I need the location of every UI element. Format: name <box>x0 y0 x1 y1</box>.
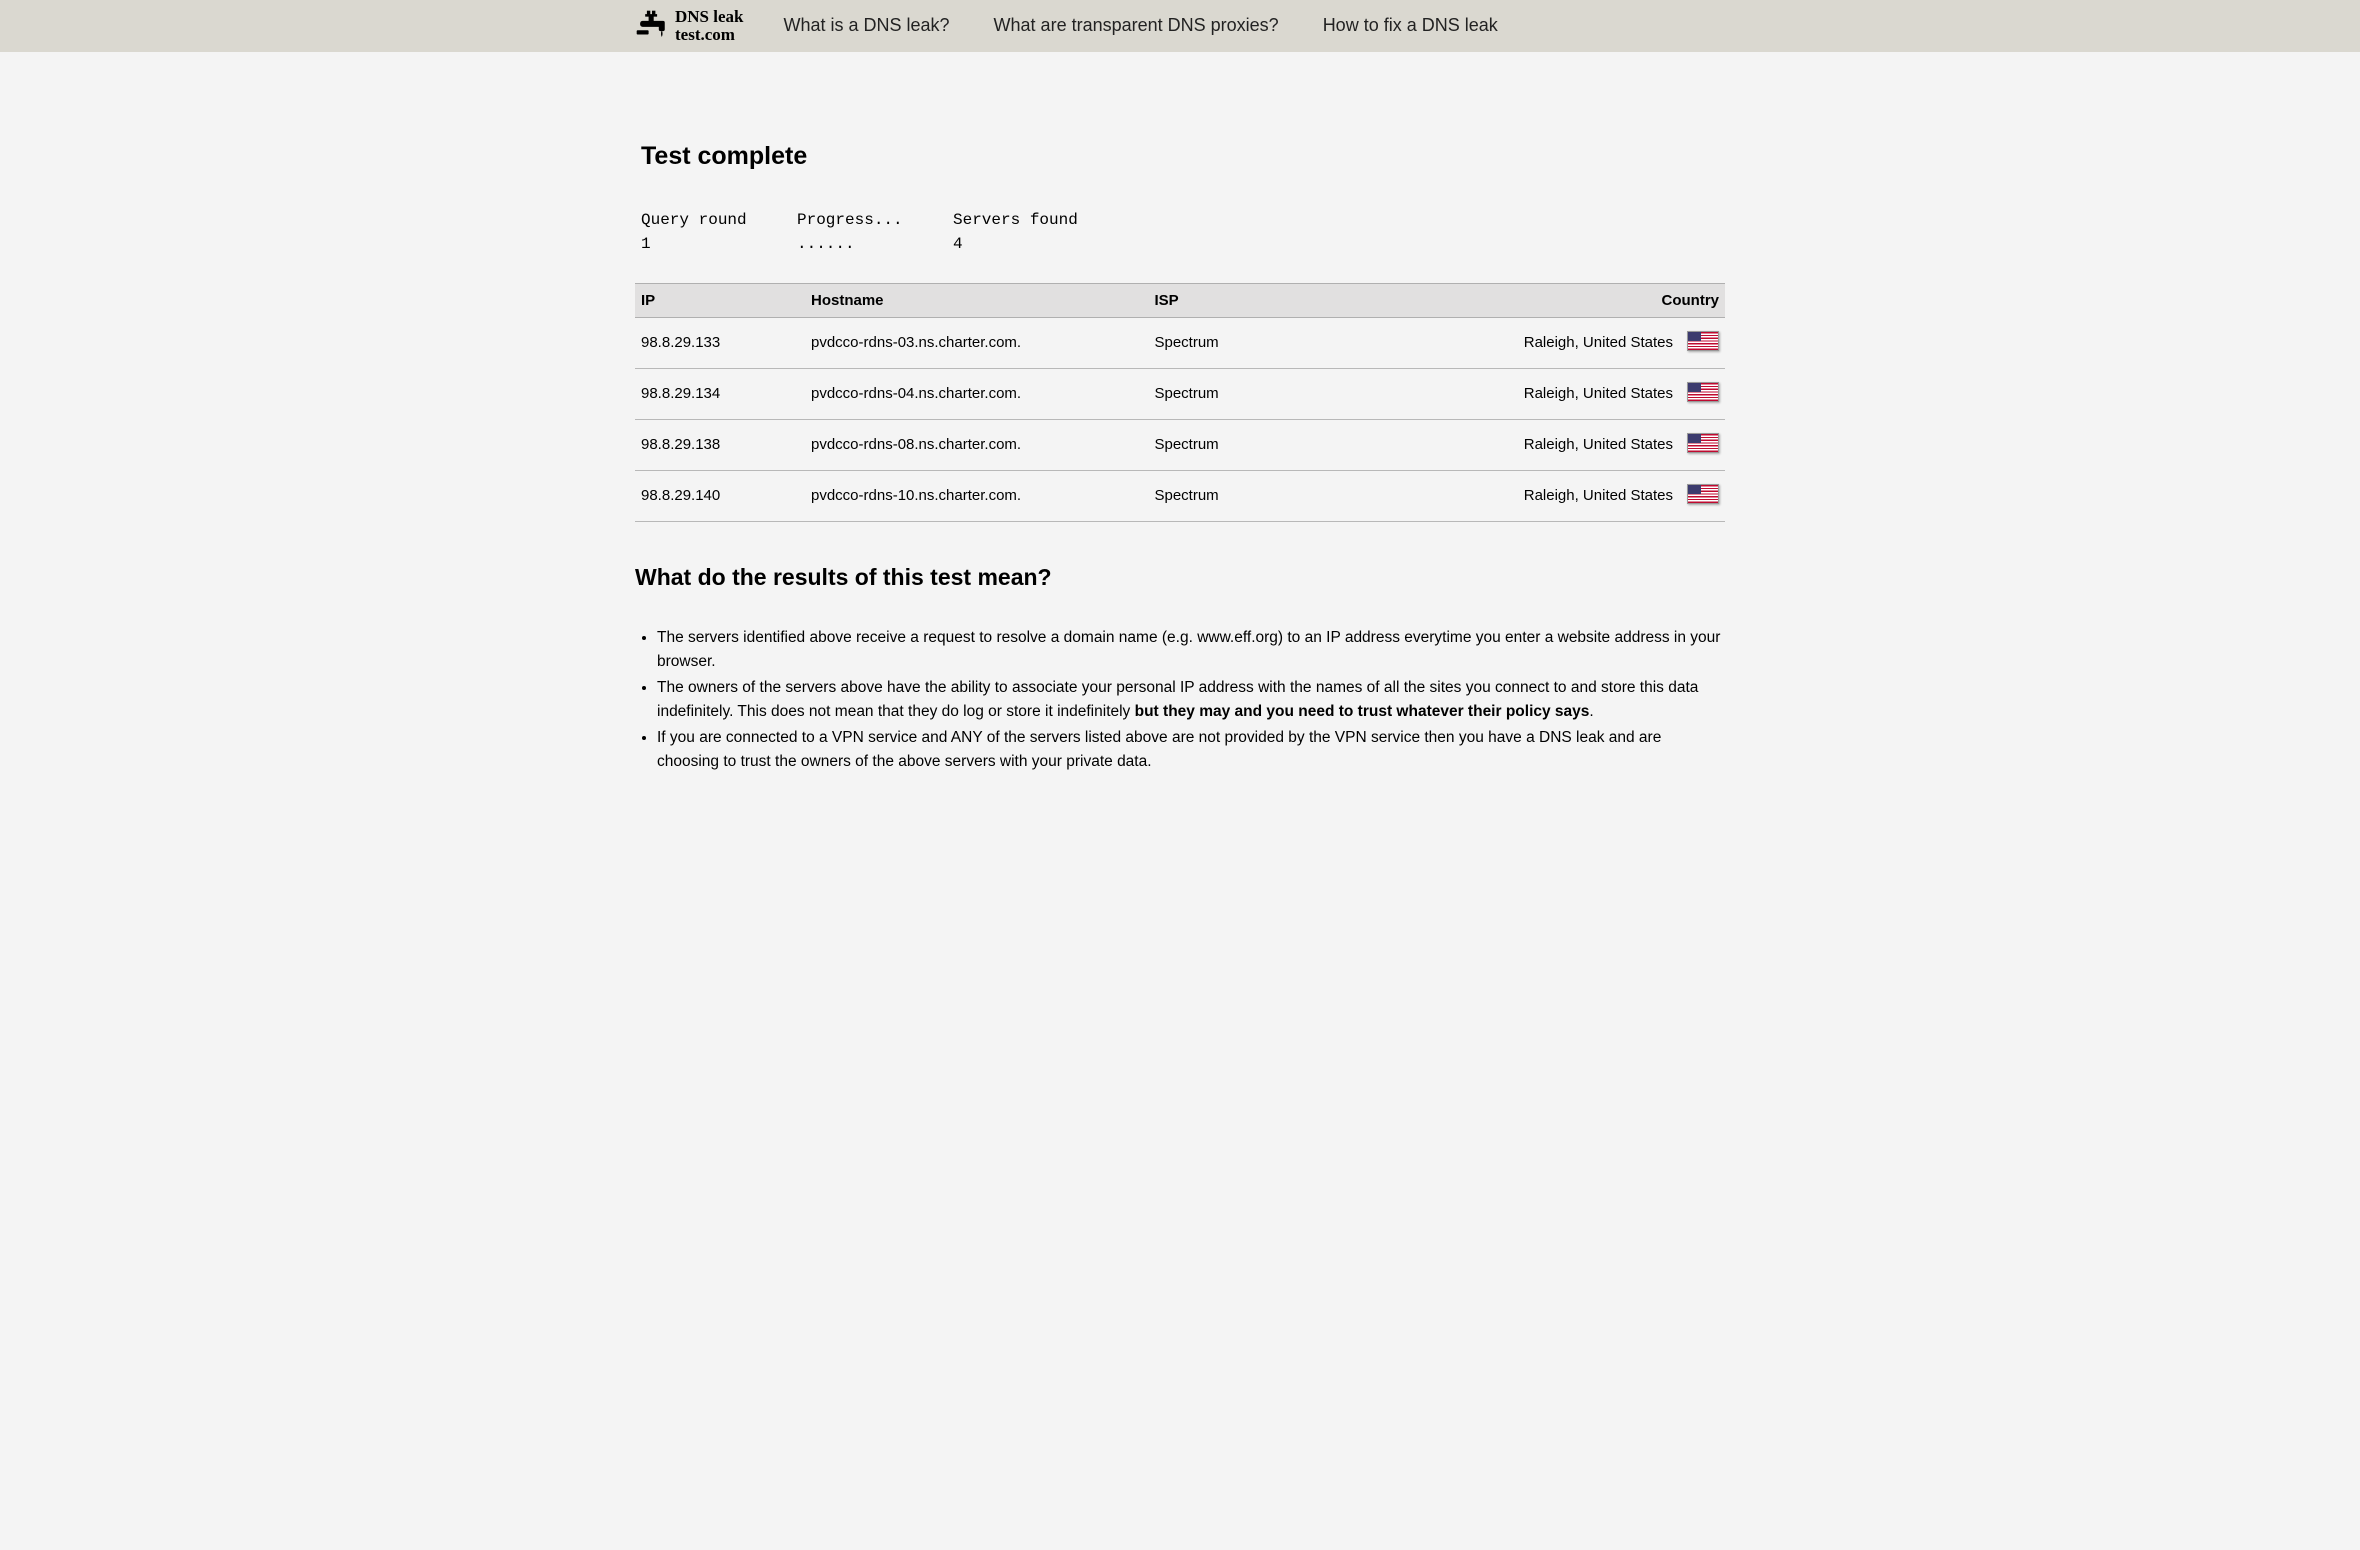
table-row: 98.8.29.134pvdcco-rdns-04.ns.charter.com… <box>635 368 1725 419</box>
cell-country: Raleigh, United States <box>1428 368 1681 419</box>
explain-item: The servers identified above receive a r… <box>657 626 1725 674</box>
us-flag-icon <box>1687 433 1719 453</box>
status-servers-found: Servers found 4 <box>953 211 1078 253</box>
header-hostname: Hostname <box>805 283 1148 317</box>
explain-item: The owners of the servers above have the… <box>657 676 1725 724</box>
page-title: Test complete <box>635 142 1725 171</box>
explain-item: If you are connected to a VPN service an… <box>657 726 1725 774</box>
header-isp: ISP <box>1148 283 1428 317</box>
cell-country: Raleigh, United States <box>1428 470 1681 521</box>
status-query-round: Query round 1 <box>641 211 751 253</box>
cell-ip: 98.8.29.138 <box>635 419 805 470</box>
cell-hostname: pvdcco-rdns-10.ns.charter.com. <box>805 470 1148 521</box>
faucet-icon <box>635 9 669 43</box>
cell-hostname: pvdcco-rdns-04.ns.charter.com. <box>805 368 1148 419</box>
cell-hostname: pvdcco-rdns-08.ns.charter.com. <box>805 419 1148 470</box>
main-content: Test complete Query round 1 Progress... … <box>625 52 1735 816</box>
cell-isp: Spectrum <box>1148 419 1428 470</box>
header-ip: IP <box>635 283 805 317</box>
header-country: Country <box>1428 283 1725 317</box>
cell-country: Raleigh, United States <box>1428 317 1681 368</box>
cell-flag <box>1681 470 1725 521</box>
cell-isp: Spectrum <box>1148 368 1428 419</box>
cell-flag <box>1681 368 1725 419</box>
cell-ip: 98.8.29.140 <box>635 470 805 521</box>
us-flag-icon <box>1687 382 1719 402</box>
nav-what-is-dns-leak[interactable]: What is a DNS leak? <box>783 15 949 36</box>
main-nav: What is a DNS leak? What are transparent… <box>783 15 1497 36</box>
cell-ip: 98.8.29.133 <box>635 317 805 368</box>
explain-list: The servers identified above receive a r… <box>635 626 1725 774</box>
test-status: Query round 1 Progress... ...... Servers… <box>635 211 1725 253</box>
cell-country: Raleigh, United States <box>1428 419 1681 470</box>
nav-how-to-fix[interactable]: How to fix a DNS leak <box>1323 15 1498 36</box>
table-row: 98.8.29.140pvdcco-rdns-10.ns.charter.com… <box>635 470 1725 521</box>
cell-ip: 98.8.29.134 <box>635 368 805 419</box>
cell-isp: Spectrum <box>1148 317 1428 368</box>
explain-title: What do the results of this test mean? <box>635 564 1725 591</box>
site-header: DNS leak test.com What is a DNS leak? Wh… <box>0 0 2360 52</box>
us-flag-icon <box>1687 331 1719 351</box>
table-row: 98.8.29.133pvdcco-rdns-03.ns.charter.com… <box>635 317 1725 368</box>
cell-isp: Spectrum <box>1148 470 1428 521</box>
cell-flag <box>1681 419 1725 470</box>
us-flag-icon <box>1687 484 1719 504</box>
status-progress: Progress... ...... <box>797 211 907 253</box>
table-row: 98.8.29.138pvdcco-rdns-08.ns.charter.com… <box>635 419 1725 470</box>
nav-transparent-proxies[interactable]: What are transparent DNS proxies? <box>994 15 1279 36</box>
results-table: IP Hostname ISP Country 98.8.29.133pvdcc… <box>635 283 1725 522</box>
cell-hostname: pvdcco-rdns-03.ns.charter.com. <box>805 317 1148 368</box>
cell-flag <box>1681 317 1725 368</box>
site-logo[interactable]: DNS leak test.com <box>635 8 743 44</box>
logo-text: DNS leak test.com <box>675 8 743 44</box>
